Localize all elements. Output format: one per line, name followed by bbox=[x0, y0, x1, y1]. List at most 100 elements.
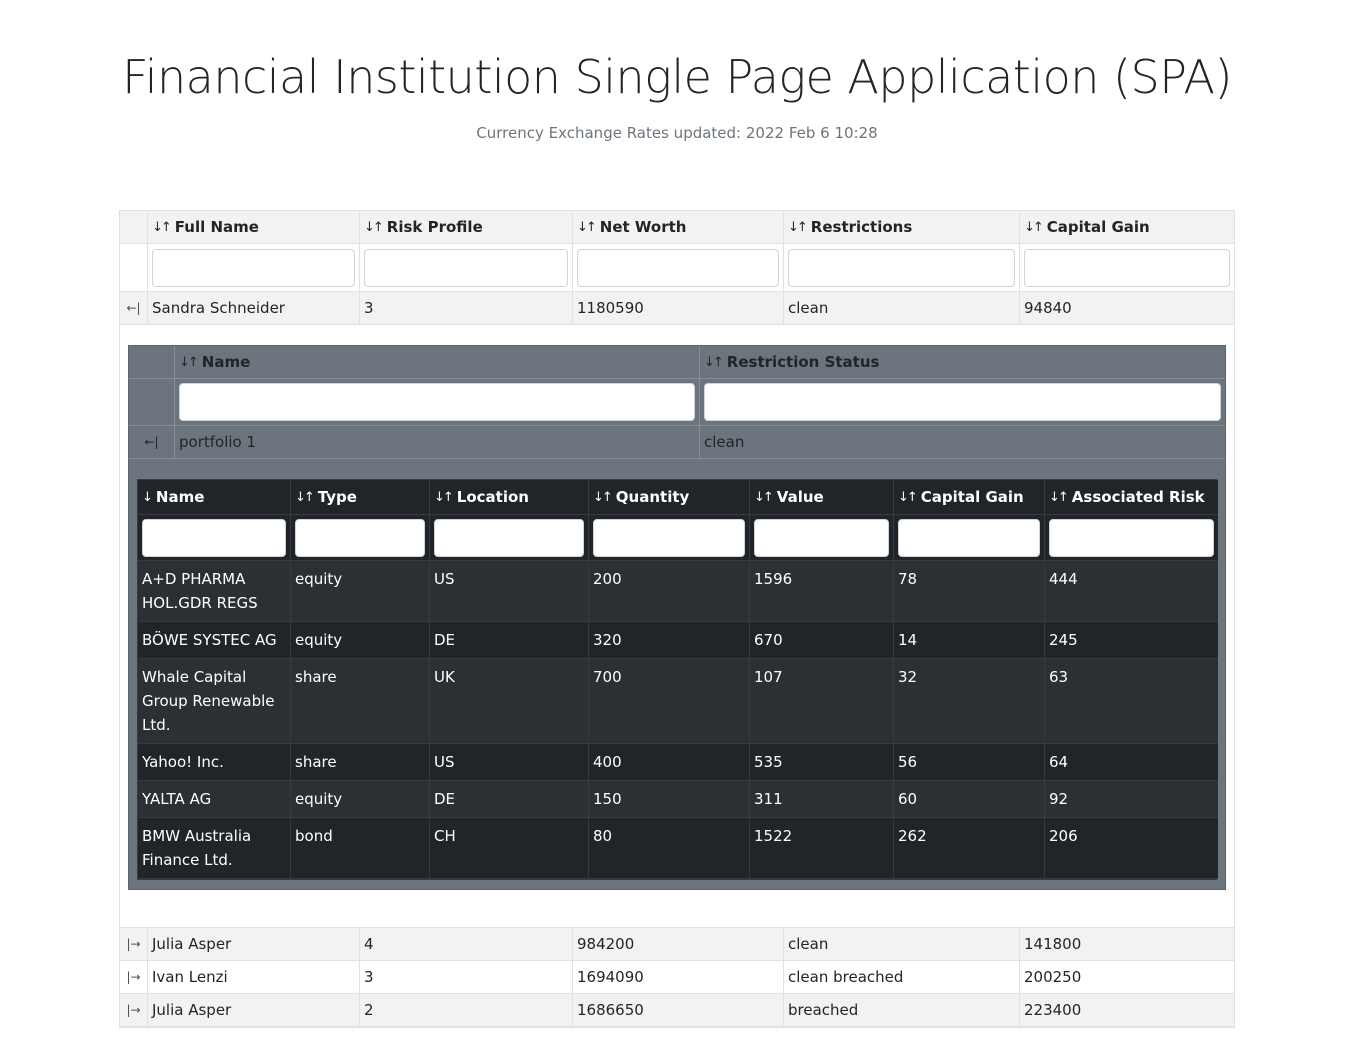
sort-both-icon[interactable]: ↓↑ bbox=[152, 220, 172, 235]
sort-both-icon[interactable]: ↓↑ bbox=[364, 220, 384, 235]
filter-cell bbox=[360, 244, 573, 292]
cell-quantity: 150 bbox=[589, 781, 750, 818]
cell-restrictions: clean bbox=[784, 928, 1020, 961]
cell-restrictions: breached bbox=[784, 994, 1020, 1027]
clients-table: ↓↑ Full Name ↓↑ Risk Profile ↓↑ Net Worth ↓… bbox=[119, 210, 1235, 1028]
filter-cell bbox=[175, 379, 700, 426]
cell-restrictions: clean bbox=[784, 292, 1020, 325]
cell-name: Whale Capital Group Renewable Ltd. bbox=[138, 659, 291, 744]
positions-header-row: ↓ Name ↓↑ Type ↓↑ Location ↓↑ Quantity ↓↑ Val… bbox=[138, 480, 1218, 515]
sort-both-icon[interactable]: ↓↑ bbox=[577, 220, 597, 235]
expand-icon[interactable]: |→ bbox=[120, 994, 148, 1027]
sort-both-icon[interactable]: ↓↑ bbox=[704, 355, 724, 370]
table-row: Yahoo! Inc. share US 400 535 56 64 bbox=[138, 744, 1218, 781]
cell-associated-risk: 444 bbox=[1045, 561, 1218, 622]
cell-quantity: 400 bbox=[589, 744, 750, 781]
column-header-restrictions[interactable]: ↓↑ Restrictions bbox=[784, 211, 1020, 244]
full-name-filter-input[interactable] bbox=[152, 248, 355, 287]
restrictions-filter-input[interactable] bbox=[788, 248, 1015, 287]
sort-both-icon[interactable]: ↓↑ bbox=[593, 490, 613, 505]
portfolio-name-filter-input[interactable] bbox=[179, 383, 695, 421]
expand-icon[interactable]: |→ bbox=[120, 961, 148, 994]
associated-risk-filter-input[interactable] bbox=[1049, 518, 1214, 557]
quantity-filter-input[interactable] bbox=[593, 518, 745, 557]
type-filter-input[interactable] bbox=[295, 518, 425, 557]
cell-type: share bbox=[291, 659, 430, 744]
column-header-label: Type bbox=[317, 488, 357, 506]
cell-name: Yahoo! Inc. bbox=[138, 744, 291, 781]
column-header-label: Restrictions bbox=[810, 218, 913, 236]
cell-associated-risk: 64 bbox=[1045, 744, 1218, 781]
client-detail-panel: ↓↑ Name ↓↑ Restriction Status ←| portfolio… bbox=[120, 325, 1234, 928]
column-header-location[interactable]: ↓↑ Location bbox=[430, 480, 589, 515]
cell-capital-gain: 78 bbox=[894, 561, 1045, 622]
filter-cell bbox=[148, 244, 360, 292]
cell-location: US bbox=[430, 744, 589, 781]
column-header-restriction-status[interactable]: ↓↑ Restriction Status bbox=[700, 346, 1225, 379]
clients-filter-row bbox=[120, 244, 1234, 292]
collapse-icon[interactable]: ←| bbox=[129, 426, 175, 459]
capital-gain-filter-input[interactable] bbox=[898, 518, 1040, 557]
location-filter-input[interactable] bbox=[434, 518, 584, 557]
column-header-capital-gain[interactable]: ↓↑ Capital Gain bbox=[894, 480, 1045, 515]
cell-name: YALTA AG bbox=[138, 781, 291, 818]
cell-location: US bbox=[430, 561, 589, 622]
cell-net-worth: 1686650 bbox=[573, 994, 784, 1027]
restriction-status-filter-input[interactable] bbox=[704, 383, 1221, 421]
cell-full-name: Sandra Schneider bbox=[148, 292, 360, 325]
cell-location: DE bbox=[430, 622, 589, 659]
cell-net-worth: 984200 bbox=[573, 928, 784, 961]
column-header-label: Value bbox=[776, 488, 824, 506]
risk-profile-filter-input[interactable] bbox=[364, 248, 568, 287]
column-header-label: Quantity bbox=[615, 488, 690, 506]
sort-both-icon[interactable]: ↓↑ bbox=[1049, 490, 1069, 505]
cell-capital-gain: 56 bbox=[894, 744, 1045, 781]
column-header-value[interactable]: ↓↑ Value bbox=[750, 480, 894, 515]
column-header-risk-profile[interactable]: ↓↑ Risk Profile bbox=[360, 211, 573, 244]
cell-risk-profile: 4 bbox=[360, 928, 573, 961]
cell-associated-risk: 63 bbox=[1045, 659, 1218, 744]
cell-net-worth: 1694090 bbox=[573, 961, 784, 994]
column-header-name[interactable]: ↓↑ Name bbox=[175, 346, 700, 379]
column-header-quantity[interactable]: ↓↑ Quantity bbox=[589, 480, 750, 515]
sort-both-icon[interactable]: ↓↑ bbox=[754, 490, 774, 505]
filter-cell bbox=[138, 515, 291, 561]
cell-value: 1522 bbox=[750, 818, 894, 879]
filter-cell bbox=[1045, 515, 1218, 561]
table-row: A+D PHARMA HOL.GDR REGS equity US 200 15… bbox=[138, 561, 1218, 622]
cell-location: CH bbox=[430, 818, 589, 879]
filter-cell bbox=[573, 244, 784, 292]
net-worth-filter-input[interactable] bbox=[577, 248, 779, 287]
value-filter-input[interactable] bbox=[754, 518, 889, 557]
sort-both-icon[interactable]: ↓↑ bbox=[1024, 220, 1044, 235]
expand-icon[interactable]: |→ bbox=[120, 928, 148, 961]
sort-both-icon[interactable]: ↓↑ bbox=[898, 490, 918, 505]
column-header-associated-risk[interactable]: ↓↑ Associated Risk bbox=[1045, 480, 1218, 515]
collapse-icon[interactable]: ←| bbox=[120, 292, 148, 325]
column-header-full-name[interactable]: ↓↑ Full Name bbox=[148, 211, 360, 244]
sort-both-icon[interactable]: ↓↑ bbox=[788, 220, 808, 235]
column-header-label: Location bbox=[456, 488, 529, 506]
cell-capital-gain: 200250 bbox=[1020, 961, 1234, 994]
column-header-type[interactable]: ↓↑ Type bbox=[291, 480, 430, 515]
cell-full-name: Ivan Lenzi bbox=[148, 961, 360, 994]
portfolios-table: ↓↑ Name ↓↑ Restriction Status ←| portfolio… bbox=[128, 345, 1226, 890]
cell-quantity: 200 bbox=[589, 561, 750, 622]
filter-spacer bbox=[120, 244, 148, 292]
sort-both-icon[interactable]: ↓↑ bbox=[295, 490, 315, 505]
column-header-capital-gain[interactable]: ↓↑ Capital Gain bbox=[1020, 211, 1234, 244]
sort-both-icon[interactable]: ↓↑ bbox=[179, 355, 199, 370]
column-header-label: Associated Risk bbox=[1071, 488, 1205, 506]
cell-location: DE bbox=[430, 781, 589, 818]
column-header-name[interactable]: ↓ Name bbox=[138, 480, 291, 515]
column-header-net-worth[interactable]: ↓↑ Net Worth bbox=[573, 211, 784, 244]
cell-location: UK bbox=[430, 659, 589, 744]
table-row: BÖWE SYSTEC AG equity DE 320 670 14 245 bbox=[138, 622, 1218, 659]
sort-down-icon[interactable]: ↓ bbox=[142, 490, 153, 505]
sort-both-icon[interactable]: ↓↑ bbox=[434, 490, 454, 505]
positions-filter-row bbox=[138, 515, 1218, 561]
toggle-column-header bbox=[120, 211, 148, 244]
capital-gain-filter-input[interactable] bbox=[1024, 248, 1230, 287]
portfolios-header-row: ↓↑ Name ↓↑ Restriction Status bbox=[129, 346, 1225, 379]
position-name-filter-input[interactable] bbox=[142, 518, 286, 557]
